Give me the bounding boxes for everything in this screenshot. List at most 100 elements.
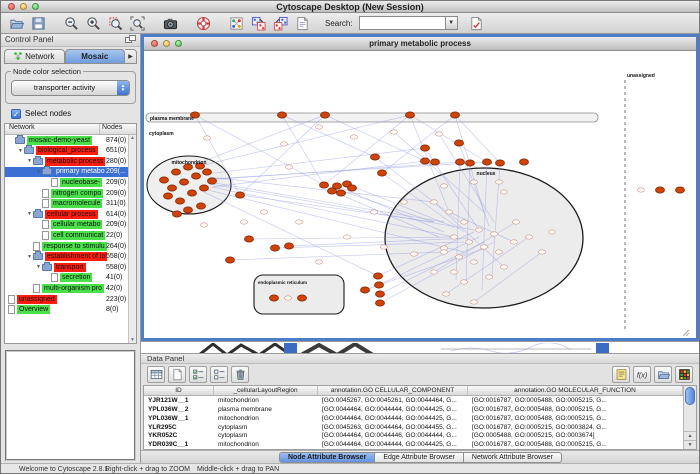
tree-expand-icon[interactable]: ▼ (35, 264, 42, 270)
graph-node-unselected[interactable] (476, 228, 483, 232)
tree-row[interactable]: cell communicat22(0) (5, 230, 128, 241)
graph-node-unselected[interactable] (471, 260, 478, 264)
zoom-selected-icon[interactable] (106, 14, 125, 33)
graph-node-unselected[interactable] (316, 125, 323, 129)
graph-node-transporter[interactable] (374, 273, 383, 279)
graph-node-unselected[interactable] (316, 260, 323, 264)
graph-node-transporter[interactable] (328, 188, 337, 194)
graph-node-unselected[interactable] (461, 280, 468, 284)
open-folder-icon[interactable] (7, 14, 26, 33)
table-row[interactable]: YDR039C__1mitochondrion[GO:0044464, GO:0… (144, 440, 683, 449)
graph-node-unselected[interactable] (491, 232, 498, 236)
graph-node-unselected[interactable] (371, 210, 378, 214)
zoom-out-icon[interactable] (62, 14, 81, 33)
graph-node-transporter[interactable] (271, 245, 280, 251)
new-attribute-icon[interactable] (168, 366, 186, 383)
graph-node-transporter[interactable] (375, 282, 384, 288)
tree-row[interactable]: macromolecule311(0) (5, 198, 128, 209)
graph-node-transporter[interactable] (203, 169, 212, 175)
select-nodes-checkbox[interactable]: ✓ (11, 109, 21, 119)
node-color-dropdown[interactable]: transporter activity ▲▼ (11, 80, 130, 96)
graph-edge[interactable] (188, 115, 325, 167)
graph-node-unselected[interactable] (441, 184, 448, 188)
graph-node-transporter[interactable] (245, 236, 254, 242)
graph-node-unselected[interactable] (451, 270, 458, 274)
graph-node-unselected[interactable] (285, 296, 292, 300)
graph-node-transporter[interactable] (226, 257, 235, 263)
tree-column-network[interactable]: Network (5, 124, 100, 134)
graph-node-transporter[interactable] (466, 160, 475, 166)
graph-node-transporter[interactable] (456, 159, 465, 165)
graph-node-transporter[interactable] (431, 159, 440, 165)
graph-node-transporter[interactable] (376, 300, 385, 306)
graph-node-transporter[interactable] (676, 187, 685, 193)
graph-node-unselected[interactable] (539, 250, 546, 254)
tab-network[interactable]: Network (4, 49, 65, 64)
tree-expand-icon[interactable]: ▼ (26, 254, 33, 260)
graph-node-unselected[interactable] (501, 190, 508, 194)
tree-row[interactable]: ▼transport558(0) (5, 262, 128, 273)
graph-node-unselected[interactable] (466, 240, 473, 244)
tab-network-attribute-browser[interactable]: Network Attribute Browser (464, 452, 562, 463)
graph-node-unselected[interactable] (436, 132, 443, 136)
graph-node-unselected[interactable] (201, 223, 208, 227)
notepad-icon[interactable] (612, 366, 630, 383)
network-view-titlebar[interactable]: primary metabolic process (144, 37, 696, 51)
canvas-resize-grip[interactable] (683, 330, 689, 336)
tree-row[interactable]: nucleobase-209(0) (5, 177, 128, 188)
graph-node-transporter[interactable] (483, 159, 492, 165)
graph-node-transporter[interactable] (421, 158, 430, 164)
graph-node-transporter[interactable] (421, 145, 430, 151)
graph-node-unselected[interactable] (441, 250, 448, 254)
graph-node-transporter[interactable] (172, 169, 181, 175)
graph-node-transporter[interactable] (320, 182, 329, 188)
graph-node-unselected[interactable] (481, 245, 488, 249)
graph-node-unselected[interactable] (638, 188, 645, 192)
network-export-icon[interactable] (271, 14, 290, 33)
graph-node-transporter[interactable] (236, 192, 245, 198)
graph-node-transporter[interactable] (656, 187, 665, 193)
table-column-header[interactable]: _cellularLayoutRegion (214, 386, 318, 395)
tree-expand-icon[interactable]: ▼ (26, 158, 33, 164)
graph-node-unselected[interactable] (401, 200, 408, 204)
table-row[interactable]: YKR052Ccytoplasm[GO:0044464, GO:0044446,… (144, 431, 683, 440)
table-column-header[interactable]: annotation.GO CELLULAR_COMPONENT (318, 386, 468, 395)
tree-row[interactable]: secretion41(0) (5, 273, 128, 284)
network-import-icon[interactable] (249, 14, 268, 33)
tree-row[interactable]: response to stimulu264(0) (5, 241, 128, 252)
tree-row[interactable]: ▼establishment of lo558(0) (5, 251, 128, 262)
tree-expand-icon[interactable]: ▼ (17, 148, 24, 154)
tree-row[interactable]: nitrogen compo209(0) (5, 188, 128, 199)
graph-node-transporter[interactable] (168, 185, 177, 191)
table-scrollbar[interactable]: ▲ ▼ (683, 386, 696, 449)
graph-node-unselected[interactable] (471, 300, 478, 304)
graph-node-transporter[interactable] (406, 112, 415, 118)
tree-row[interactable]: unassigned223(0) (5, 294, 128, 305)
graph-node-transporter[interactable] (348, 185, 357, 191)
graph-node-transporter[interactable] (188, 190, 197, 196)
graph-node-unselected[interactable] (344, 235, 351, 239)
tree-row[interactable]: ▼primary metabo209(... (5, 167, 128, 178)
zoom-in-icon[interactable] (84, 14, 103, 33)
table-column-header[interactable]: ID (144, 386, 214, 395)
tree-scrollbar[interactable]: ▲▼ (128, 135, 136, 343)
graph-node-unselected[interactable] (486, 275, 493, 279)
graph-node-unselected[interactable] (241, 220, 248, 224)
graph-node-transporter[interactable] (184, 207, 193, 213)
graph-node-transporter[interactable] (321, 112, 330, 118)
graph-node-transporter[interactable] (270, 295, 279, 301)
graph-node-unselected[interactable] (513, 220, 520, 224)
graph-node-transporter[interactable] (200, 185, 209, 191)
graph-node-unselected[interactable] (443, 292, 450, 296)
birds-eye-view[interactable] (5, 350, 136, 461)
graph-node-unselected[interactable] (431, 200, 438, 204)
trash-icon[interactable] (231, 366, 249, 383)
graph-node-transporter[interactable] (164, 193, 173, 199)
graph-node-transporter[interactable] (197, 203, 206, 209)
graph-node-unselected[interactable] (381, 245, 388, 249)
graph-node-transporter[interactable] (451, 112, 460, 118)
graph-node-transporter[interactable] (278, 112, 287, 118)
graph-node-transporter[interactable] (208, 178, 217, 184)
graph-node-transporter[interactable] (361, 287, 370, 293)
graph-node-unselected[interactable] (461, 220, 468, 224)
